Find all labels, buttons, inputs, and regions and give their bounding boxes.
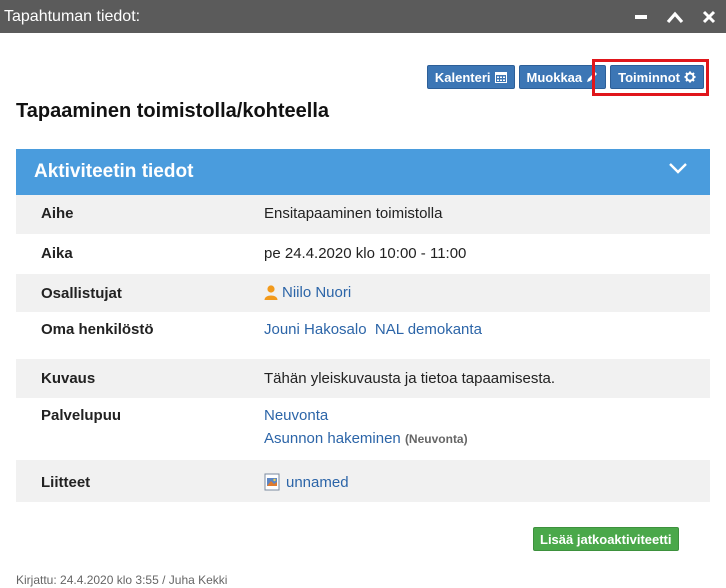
add-followup-activity-button[interactable]: Lisää jatkoaktiviteetti <box>533 527 679 551</box>
calendar-icon <box>494 72 507 83</box>
collapse-button[interactable] <box>658 0 692 33</box>
description-value: Tähän yleiskuvausta ja tietoa tapaamises… <box>264 370 555 387</box>
panel-title: Aktiviteetin tiedot <box>34 161 194 182</box>
staff-link-1[interactable]: Jouni Hakosalo <box>264 321 367 338</box>
service-tree-item-2: Asunnon hakeminen (Neuvonta) <box>264 430 468 447</box>
actions-highlight-box <box>592 59 709 96</box>
calendar-button[interactable]: Kalenteri <box>426 65 515 89</box>
activity-details-header[interactable]: Aktiviteetin tiedot <box>16 149 710 195</box>
row-description: Kuvaus Tähän yleiskuvausta ja tietoa tap… <box>16 359 710 398</box>
subject-label: Aihe <box>41 205 74 222</box>
row-service-tree: Palvelupuu Neuvonta Asunnon hakeminen (N… <box>16 398 710 460</box>
created-info: Kirjattu: 24.4.2020 klo 3:55 / Juha Kekk… <box>16 573 228 587</box>
staff-link-2[interactable]: NAL demokanta <box>375 321 482 338</box>
row-time: Aika pe 24.4.2020 klo 10:00 - 11:00 <box>16 234 710 274</box>
person-icon <box>264 285 278 300</box>
close-button[interactable] <box>692 0 726 33</box>
image-file-icon <box>264 473 280 491</box>
participants-value: Niilo Nuori <box>264 284 351 301</box>
add-followup-activity-label: Lisää jatkoaktiviteetti <box>540 531 672 547</box>
edit-button-label: Muokkaa <box>526 69 583 85</box>
service-tree-link-2[interactable]: Asunnon hakeminen <box>264 430 401 447</box>
calendar-button-label: Kalenteri <box>434 69 491 85</box>
close-icon <box>702 10 716 23</box>
window-title: Tapahtuman tiedot: <box>4 7 141 25</box>
attachments-label: Liitteet <box>41 474 91 491</box>
attachment-item: unnamed <box>264 473 349 491</box>
window-titlebar: Tapahtuman tiedot: <box>0 0 726 33</box>
staff-label: Oma henkilöstö <box>41 321 154 338</box>
staff-value: Jouni Hakosalo NAL demokanta <box>264 321 482 338</box>
subject-value: Ensitapaaminen toimistolla <box>264 205 443 222</box>
chevron-up-icon <box>666 11 684 23</box>
service-tree-label: Palvelupuu <box>41 407 122 424</box>
row-attachments: Liitteet unnamed <box>16 460 710 502</box>
row-subject: Aihe Ensitapaaminen toimistolla <box>16 195 710 234</box>
minimize-icon <box>635 14 647 19</box>
participants-label: Osallistujat <box>41 285 122 302</box>
page-title: Tapaaminen toimistolla/kohteella <box>16 100 330 122</box>
time-label: Aika <box>41 245 73 262</box>
description-label: Kuvaus <box>41 370 96 387</box>
service-tree-link-1[interactable]: Neuvonta <box>264 407 328 424</box>
chevron-down-icon[interactable] <box>668 161 688 175</box>
row-participants: Osallistujat Niilo Nuori <box>16 274 710 312</box>
minimize-button[interactable] <box>624 0 658 33</box>
participant-link[interactable]: Niilo Nuori <box>282 284 351 301</box>
time-value: pe 24.4.2020 klo 10:00 - 11:00 <box>264 245 467 262</box>
row-staff: Oma henkilöstö Jouni Hakosalo NAL demoka… <box>16 312 710 359</box>
attachment-link[interactable]: unnamed <box>286 474 349 491</box>
service-tree-note: (Neuvonta) <box>404 432 468 446</box>
service-tree-item-1: Neuvonta <box>264 407 328 424</box>
